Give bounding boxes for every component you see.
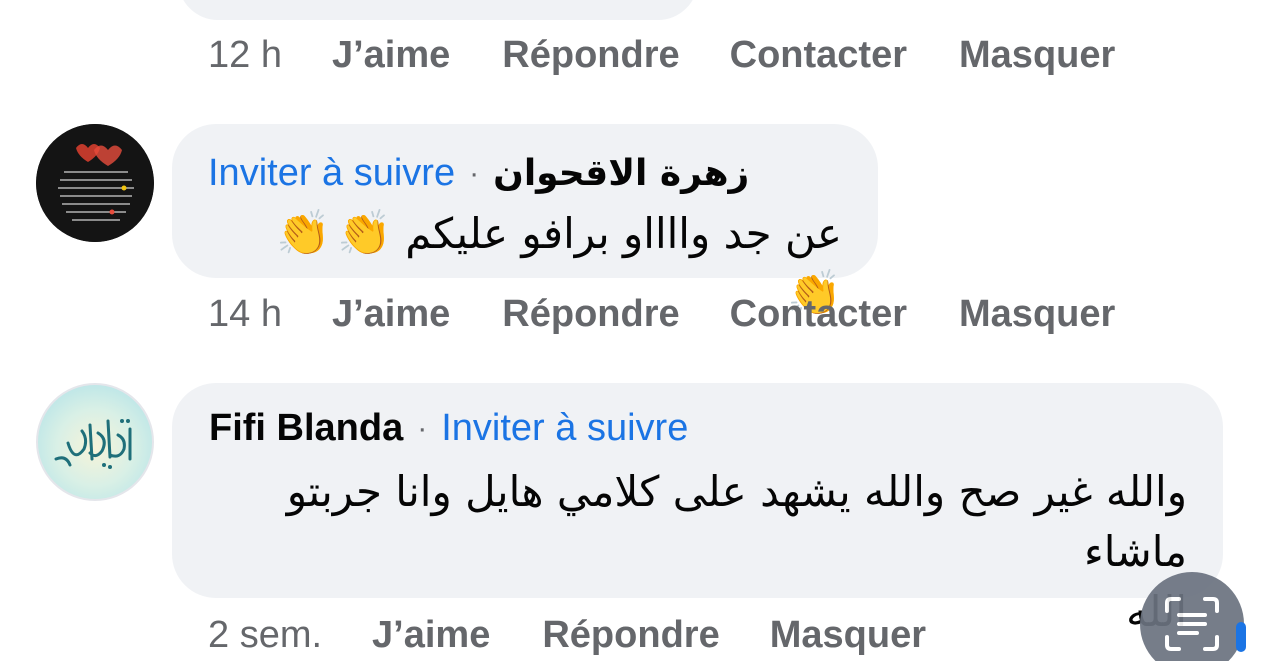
reply-button[interactable]: Répondre — [502, 34, 679, 77]
comment-actions-row: 14 h J’aime Répondre Contacter Masquer — [208, 293, 1167, 336]
separator-dot: · — [469, 156, 480, 190]
text-scan-icon — [1165, 597, 1219, 651]
comment-actions-row: 2 sem. J’aime Répondre Masquer — [208, 614, 978, 657]
separator-dot: · — [417, 411, 428, 445]
reply-button[interactable]: Répondre — [502, 293, 679, 336]
comment-author[interactable]: زهرة الاقحوان — [493, 153, 749, 194]
previous-comment-bubble — [178, 0, 698, 20]
hide-button[interactable]: Masquer — [959, 34, 1115, 77]
comment-body-line: والله غير صح والله يشهد على كلامي هايل و… — [286, 467, 1187, 576]
invite-follow-link[interactable]: Inviter à suivre — [208, 152, 455, 195]
like-button[interactable]: J’aime — [372, 614, 490, 657]
reply-button[interactable]: Répondre — [542, 614, 719, 657]
text-scan-button[interactable] — [1140, 572, 1244, 661]
comments-thread: 12 h J’aime Répondre Contacter Masquer I… — [0, 0, 1280, 661]
edge-indicator — [1236, 622, 1246, 652]
contact-button[interactable]: Contacter — [730, 34, 907, 77]
comment-actions-row: 12 h J’aime Répondre Contacter Masquer — [208, 34, 1167, 77]
avatar[interactable] — [36, 383, 154, 501]
hide-button[interactable]: Masquer — [959, 293, 1115, 336]
avatar-image — [36, 124, 154, 242]
like-button[interactable]: J’aime — [332, 293, 450, 336]
clapping-hands-icon: 👏 — [337, 208, 392, 259]
comment-author[interactable]: Fifi Blanda — [209, 407, 403, 450]
hide-button[interactable]: Masquer — [770, 614, 926, 657]
avatar-image — [54, 419, 132, 469]
like-button[interactable]: J’aime — [332, 34, 450, 77]
comment-body: عن جد وااااو برافو عليكم — [405, 209, 842, 258]
invite-follow-link[interactable]: Inviter à suivre — [441, 407, 688, 450]
comment-timestamp[interactable]: 14 h — [208, 293, 282, 336]
contact-button[interactable]: Contacter — [730, 293, 907, 336]
comment-timestamp[interactable]: 12 h — [208, 34, 282, 77]
comment-header: Fifi Blanda · Inviter à suivre — [209, 407, 688, 450]
clapping-hands-icon: 👏 — [276, 208, 332, 259]
comment-header: Inviter à suivre · زهرة الاقحوان — [208, 152, 749, 195]
avatar[interactable] — [36, 124, 154, 242]
comment-timestamp[interactable]: 2 sem. — [208, 614, 322, 657]
